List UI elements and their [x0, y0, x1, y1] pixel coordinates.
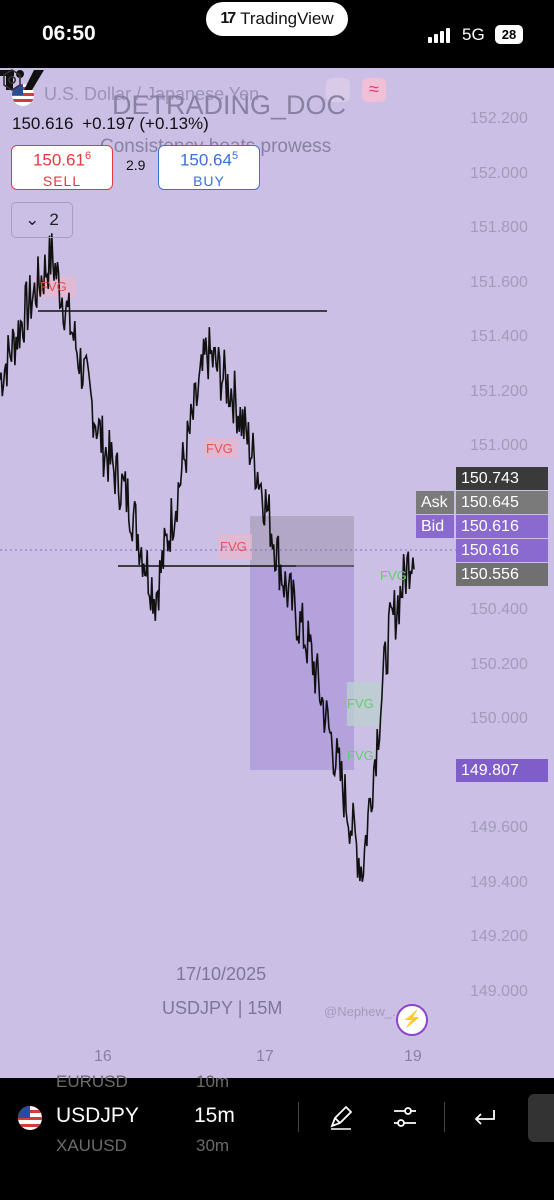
next-symbol-ghost[interactable]: XAUUSD [56, 1136, 127, 1156]
buy-button[interactable]: 150.645 BUY [158, 145, 260, 190]
symbol-timeframe-label: USDJPY | 15M [162, 998, 283, 1018]
price-axis-label: 151.800 [470, 219, 528, 237]
network-label: 5G [462, 25, 485, 44]
tradingview-pill[interactable]: 17 TradingView [206, 2, 348, 36]
timeframe-selector[interactable]: 15m [194, 1104, 235, 1128]
indicators-count: 2 [49, 210, 59, 229]
low-price-tag: 150.556 [456, 563, 548, 586]
buy-label: BUY [193, 172, 225, 189]
price-axis-label: 149.200 [470, 928, 528, 946]
price-axis-label: 149.000 [470, 982, 528, 1000]
high-price-tag: 150.743 [456, 467, 548, 490]
status-bar: 06:50 17 TradingView 5G 28 [0, 0, 554, 68]
sell-button[interactable]: 150.616 SELL [11, 145, 113, 190]
sell-price: 150.61 [32, 150, 85, 170]
fvg-label-bullish-3: FVG [347, 748, 374, 763]
tradingview-pill-label: TradingView [240, 9, 334, 28]
tradingview-logo-icon: 17 [220, 10, 236, 27]
date-label: 17/10/2025 [176, 964, 267, 984]
price-axis-label: 149.600 [470, 819, 528, 837]
settings-gear-icon[interactable] [0, 68, 24, 92]
prev-timeframe-ghost[interactable]: 10m [196, 1072, 229, 1092]
fvg-label-bullish-2: FVG [347, 696, 374, 711]
chevron-down-icon: ⌄ [25, 210, 40, 229]
bid-price-tag: 150.616 [456, 515, 548, 538]
sell-price-pip: 6 [84, 150, 92, 162]
usd-flag-icon [18, 1106, 42, 1130]
undo-arrow-icon[interactable] [472, 1102, 502, 1132]
lightning-bolt-icon[interactable]: ⚡ [396, 1004, 428, 1036]
ask-price-tag: 150.645 [456, 491, 548, 514]
indicators-collapse-button[interactable]: ⌄ 2 [11, 202, 73, 238]
buy-price: 150.64 [179, 150, 232, 170]
indicators-sliders-icon[interactable] [390, 1102, 420, 1132]
status-time: 06:50 [42, 22, 96, 45]
bid-label-tag: Bid [416, 515, 454, 538]
fvg-label-bearish-3: FVG [220, 539, 247, 554]
battery-icon: 28 [495, 25, 523, 44]
box-low-price-tag: 149.807 [456, 759, 548, 782]
ask-label-tag: Ask [416, 491, 454, 514]
more-icon[interactable] [528, 1094, 554, 1142]
price-axis-label: 150.400 [470, 601, 528, 619]
toolbar-divider [298, 1102, 299, 1132]
price-axis-label: 151.000 [470, 437, 528, 455]
chart-area[interactable]: U.S. Dollar / Japanese Yen ≈ DETRADING_D… [0, 68, 554, 1078]
last-price: 150.616 [12, 114, 74, 133]
premium-zone-box [250, 516, 354, 566]
time-label-19: 19 [404, 1048, 422, 1065]
price-axis-label: 152.200 [470, 110, 528, 127]
price-axis-label: 151.400 [470, 328, 528, 346]
prev-symbol-ghost[interactable]: EURUSD [56, 1072, 128, 1092]
price-change: +0.197 (+0.13%) [82, 114, 209, 133]
last-price-tag: 150.616 [456, 539, 548, 562]
signal-icon [428, 28, 450, 43]
spread-value: 2.9 [126, 157, 146, 173]
price-axis-label: 149.400 [470, 873, 528, 891]
sell-label: SELL [42, 172, 82, 189]
last-price-line: 150.616 +0.197 (+0.13%) [12, 114, 209, 134]
fvg-label-bearish-1: FVG [40, 279, 67, 294]
discount-zone-box [250, 566, 354, 770]
price-axis-label: 150.000 [470, 710, 528, 728]
price-axis-label: 151.600 [470, 273, 528, 291]
toolbar-divider [444, 1102, 445, 1132]
wave-indicator-icon[interactable]: ≈ [362, 78, 386, 102]
price-axis-label: 151.200 [470, 382, 528, 400]
next-timeframe-ghost[interactable]: 30m [196, 1136, 229, 1156]
buy-price-pip: 5 [231, 150, 239, 162]
price-axis-label: 150.200 [470, 655, 528, 673]
time-label-17: 17 [256, 1048, 274, 1065]
fvg-label-bullish-1: FVG [380, 568, 407, 583]
bottom-toolbar: EURUSD 10m USDJPY 15m XAUUSD 30m [0, 1072, 554, 1200]
fvg-label-bearish-2: FVG [206, 441, 233, 456]
time-label-16: 16 [94, 1048, 112, 1065]
draw-pencil-icon[interactable] [326, 1102, 356, 1132]
symbol-selector[interactable]: USDJPY [56, 1104, 139, 1128]
price-axis-label: 152.000 [470, 164, 528, 182]
